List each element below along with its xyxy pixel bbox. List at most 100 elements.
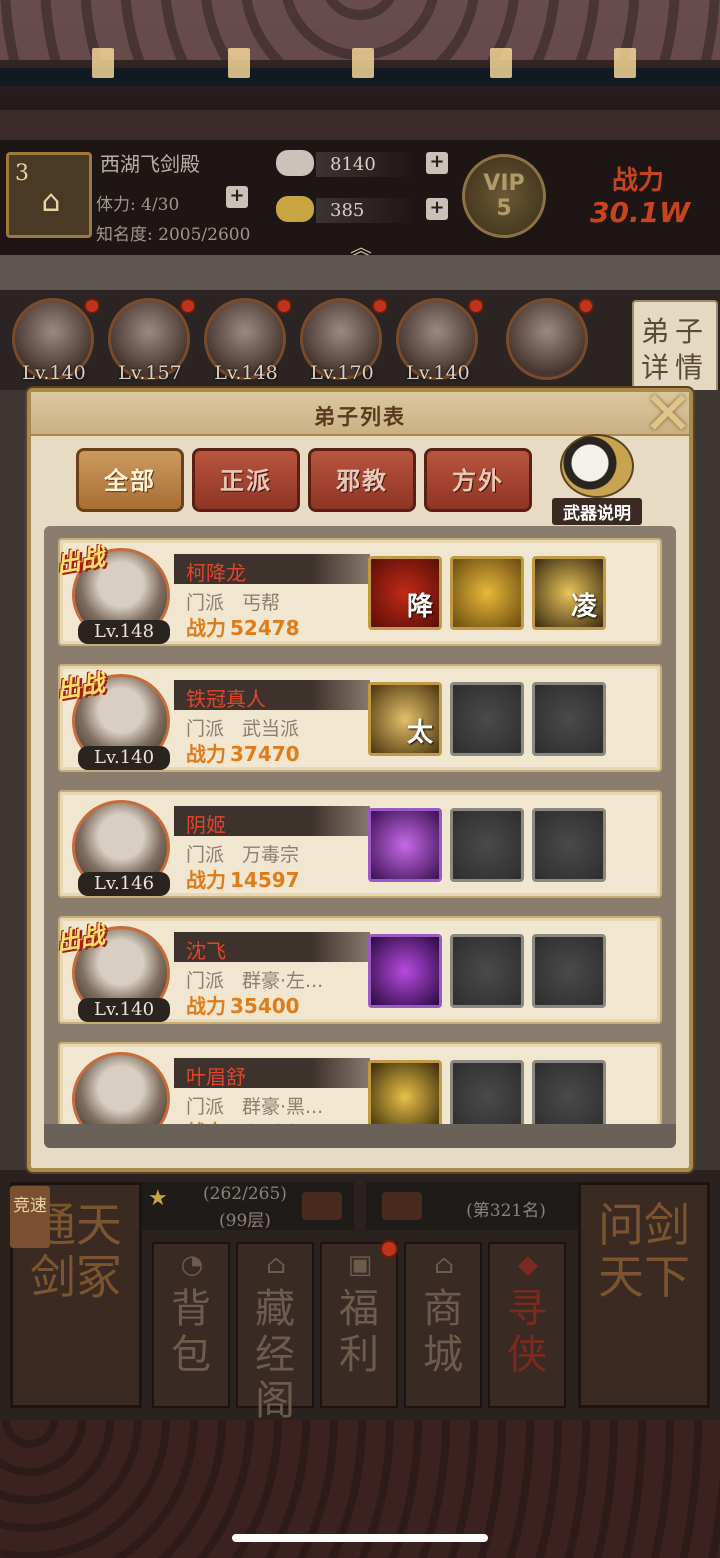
- name-banner: 铁冠真人: [174, 680, 370, 711]
- disciple-power: 战力 37470: [186, 738, 300, 767]
- hero-avatar[interactable]: [506, 298, 588, 380]
- tower-stars: (262/265): [203, 1184, 287, 1204]
- skill-glyph: 太: [406, 718, 433, 748]
- weapon-slot[interactable]: [368, 1060, 442, 1134]
- empty-weapon-slot[interactable]: [450, 682, 524, 756]
- dialog-header: 弟子列表: [31, 392, 689, 436]
- silver-ingot-icon: [276, 150, 314, 176]
- bag-icon: ◔: [180, 1250, 204, 1280]
- welfare-label: 福利: [339, 1286, 379, 1378]
- disciple-level: Lv.140: [78, 746, 170, 770]
- sect-value: 万毒宗: [242, 844, 300, 866]
- power-label: 战力: [186, 994, 226, 1018]
- gift-icon: ▣: [347, 1250, 373, 1280]
- tab-orthodox[interactable]: 正派: [192, 448, 300, 512]
- hero-level: Lv.140: [22, 362, 86, 384]
- welfare-tile[interactable]: ▣ 福利: [320, 1242, 398, 1408]
- pvp-tile[interactable]: 问剑天下: [578, 1182, 710, 1408]
- fame-text: 知名度: 2005/2600: [96, 225, 251, 245]
- power-label: 战力: [186, 742, 226, 766]
- hero-level: Lv.170: [310, 362, 374, 384]
- roof-band: [0, 110, 720, 140]
- tab-all[interactable]: 全部: [76, 448, 184, 512]
- sect-label: 门派: [186, 718, 225, 740]
- notification-dot: [380, 1240, 398, 1258]
- disciple-power: 战力 14597: [186, 864, 300, 893]
- empty-weapon-slot[interactable]: [532, 682, 606, 756]
- weapon-icon: [560, 434, 634, 498]
- recruit-label: 寻侠: [507, 1286, 547, 1378]
- add-stamina-button[interactable]: +: [226, 186, 248, 208]
- add-silver-button[interactable]: +: [426, 152, 448, 174]
- arena-rank: (第321名): [366, 1182, 578, 1230]
- lantern: [92, 48, 114, 78]
- empty-weapon-slot[interactable]: [450, 934, 524, 1008]
- bag-label: 背包: [171, 1286, 211, 1378]
- lantern: [228, 48, 250, 78]
- notification-dot: [84, 298, 100, 314]
- sect-value: 群豪·左...: [242, 970, 324, 992]
- sect-label: 门派: [186, 1096, 225, 1118]
- tab-outsider[interactable]: 方外: [424, 448, 532, 512]
- vip-badge[interactable]: VIP 5: [462, 154, 546, 238]
- disciple-name: 阴姬: [186, 813, 226, 837]
- vip-level: 5: [496, 196, 512, 221]
- disciple-card[interactable]: Lv.148 出战 柯降龙 门派 丐帮 战力 52478 降 凌: [54, 538, 662, 646]
- weapon-slot[interactable]: 太: [368, 682, 442, 756]
- disciple-name: 沈飞: [186, 939, 226, 963]
- sect-rank-number: 3: [15, 161, 29, 186]
- sect-value: 丐帮: [242, 592, 281, 614]
- scripture-pavilion-tile[interactable]: ⌂ 藏经阁: [236, 1242, 314, 1424]
- disciple-name: 叶眉舒: [186, 1065, 246, 1089]
- weapon-info-button[interactable]: 武器说明: [552, 434, 642, 525]
- disciple-card[interactable]: Lv.140 出战 铁冠真人 门派 武当派 战力 37470 太: [54, 664, 662, 772]
- power-value: 35400: [230, 994, 300, 1018]
- tower-progress: ★ (262/265) (99层): [142, 1182, 354, 1231]
- seal-icon: ◆: [518, 1250, 538, 1280]
- stamina-text: 体力: 4/30: [96, 195, 180, 215]
- empty-weapon-slot[interactable]: [532, 808, 606, 882]
- weapon-slot[interactable]: [450, 556, 524, 630]
- weapon-slot[interactable]: [368, 808, 442, 882]
- empty-weapon-slot[interactable]: [532, 1060, 606, 1134]
- close-button[interactable]: ✕: [640, 384, 696, 444]
- combat-power-label: 战力: [612, 166, 665, 196]
- sect-value: 群豪·黑...: [242, 1096, 324, 1118]
- sect-rank-badge[interactable]: 3 ⌂: [6, 152, 92, 238]
- disciple-name: 柯降龙: [186, 561, 246, 585]
- vip-label: VIP: [483, 171, 525, 196]
- name-banner: 柯降龙: [174, 554, 370, 585]
- disciple-level: Lv.148: [78, 620, 170, 644]
- add-gold-button[interactable]: +: [426, 198, 448, 220]
- star-icon: ★: [148, 1186, 168, 1211]
- notification-dot: [468, 298, 484, 314]
- chest-icon[interactable]: [382, 1192, 422, 1220]
- tower-floor: (99层): [219, 1211, 271, 1231]
- empty-weapon-slot[interactable]: [450, 1060, 524, 1134]
- chest-icon[interactable]: [302, 1192, 342, 1220]
- gold-amount: 385: [316, 198, 416, 223]
- disciple-list[interactable]: Lv.148 出战 柯降龙 门派 丐帮 战力 52478 降 凌 Lv.140 出战…: [44, 526, 676, 1146]
- bag-tile[interactable]: ◔ 背包: [152, 1242, 230, 1408]
- empty-weapon-slot[interactable]: [450, 808, 524, 882]
- tab-evil[interactable]: 邪教: [308, 448, 416, 512]
- silver-amount: 8140: [316, 152, 416, 177]
- weapon-slot[interactable]: 凌: [532, 556, 606, 630]
- weapon-slot[interactable]: [368, 934, 442, 1008]
- disciple-card[interactable]: Lv.140 出战 沈飞 门派 群豪·左... 战力 35400: [54, 916, 662, 1024]
- notification-dot: [180, 298, 196, 314]
- shop-label: 商城: [423, 1286, 463, 1378]
- home-indicator[interactable]: [232, 1534, 488, 1542]
- disciple-card[interactable]: Lv.146 阴姬 门派 万毒宗 战力 14597: [58, 790, 662, 898]
- list-bottom-edge: [44, 1124, 676, 1148]
- disciple-level: Lv.146: [78, 872, 170, 896]
- notification-dot: [578, 298, 594, 314]
- recruit-tile[interactable]: ◆ 寻侠: [488, 1242, 566, 1408]
- power-label: 战力: [186, 616, 226, 640]
- name-banner: 叶眉舒: [174, 1058, 370, 1089]
- weapon-slot[interactable]: 降: [368, 556, 442, 630]
- sect-label: 门派: [186, 844, 225, 866]
- shop-tile[interactable]: ⌂ 商城: [404, 1242, 482, 1408]
- lantern: [352, 48, 374, 78]
- empty-weapon-slot[interactable]: [532, 934, 606, 1008]
